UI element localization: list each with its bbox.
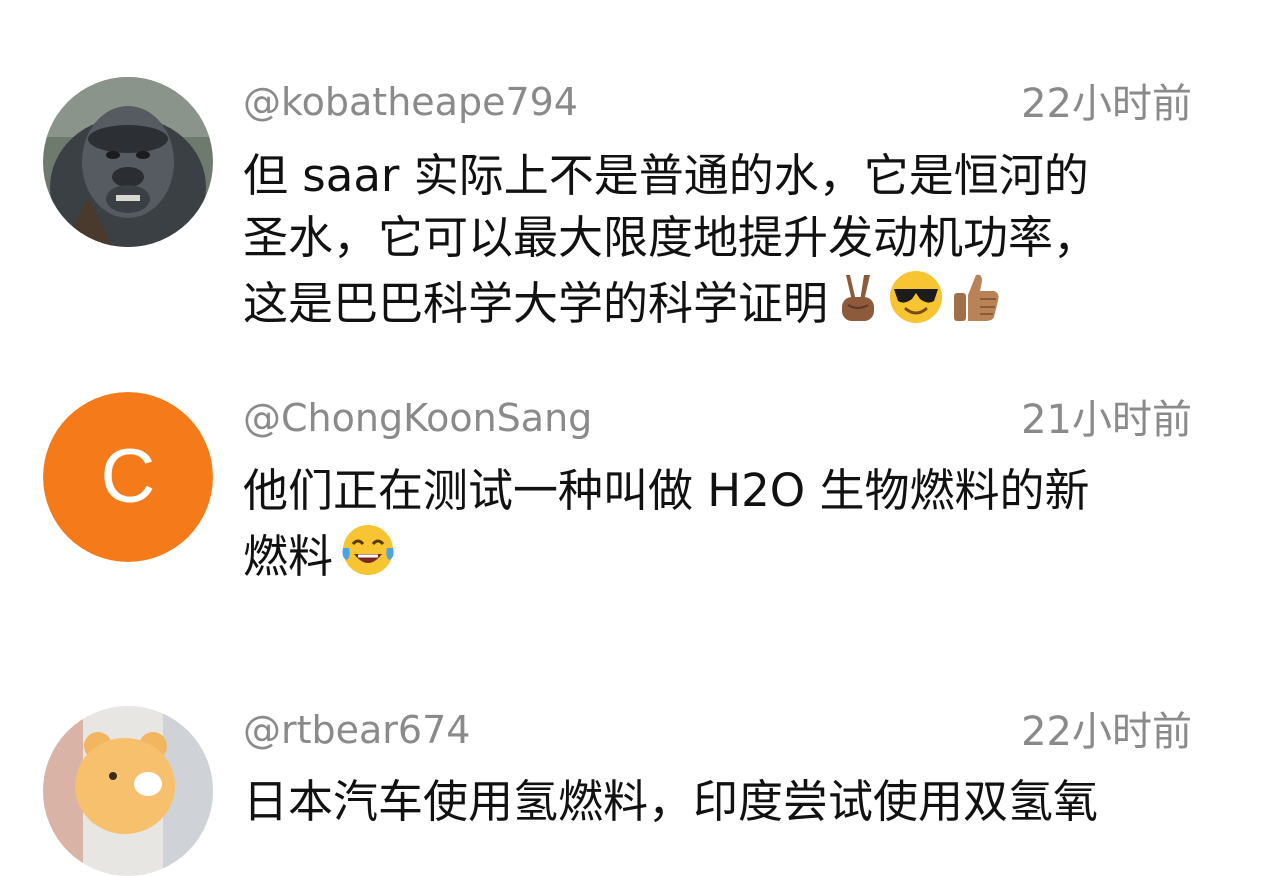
comment-text-line: 他们正在测试一种叫做 H2O 生物燃料的新 — [243, 464, 1090, 517]
comment-timestamp: 21小时前 — [1021, 397, 1192, 443]
tears-of-joy-emoji — [339, 522, 397, 578]
user-avatar[interactable] — [43, 77, 213, 247]
comment-username[interactable]: @ChongKoonSang — [243, 396, 592, 440]
comment-text-line: 日本汽车使用氢燃料，印度尝试使用双氢氧 — [243, 775, 1099, 828]
user-avatar[interactable]: C — [43, 392, 213, 562]
user-avatar[interactable] — [43, 706, 213, 876]
comment-username[interactable]: @kobatheape794 — [243, 80, 578, 124]
comment-text-segment: 这是巴巴科学大学的科学证明 — [243, 277, 829, 330]
comment-text-line: 这是巴巴科学大学的科学证明 — [243, 269, 1203, 331]
avatar-letter: C — [101, 434, 156, 519]
letter-avatar-image: C — [43, 392, 213, 562]
comment-text-segment: 燃料 — [243, 530, 334, 583]
comment-timestamp: 22小时前 — [1021, 709, 1192, 755]
comment-timestamp: 22小时前 — [1021, 81, 1192, 127]
sunglasses-face-emoji — [888, 269, 944, 325]
victory-hand-emoji — [834, 271, 882, 325]
thumbs-up-emoji — [950, 269, 1002, 325]
ape-avatar-image — [43, 77, 213, 247]
comment-text: 他们正在测试一种叫做 H2O 生物燃料的新 燃料 — [243, 460, 1203, 584]
comment-text: 日本汽车使用氢燃料，印度尝试使用双氢氧 — [243, 771, 1203, 833]
comment-username[interactable]: @rtbear674 — [243, 708, 470, 752]
comment-text-line: 圣水，它可以最大限度地提升发动机功率， — [243, 211, 1099, 264]
comment-text-line: 但 saar 实际上不是普通的水，它是恒河的 — [243, 149, 1089, 202]
bear-avatar-image — [43, 706, 213, 876]
comment-text-line: 燃料 — [243, 522, 1203, 584]
comment-text: 但 saar 实际上不是普通的水，它是恒河的 圣水，它可以最大限度地提升发动机功… — [243, 145, 1203, 331]
